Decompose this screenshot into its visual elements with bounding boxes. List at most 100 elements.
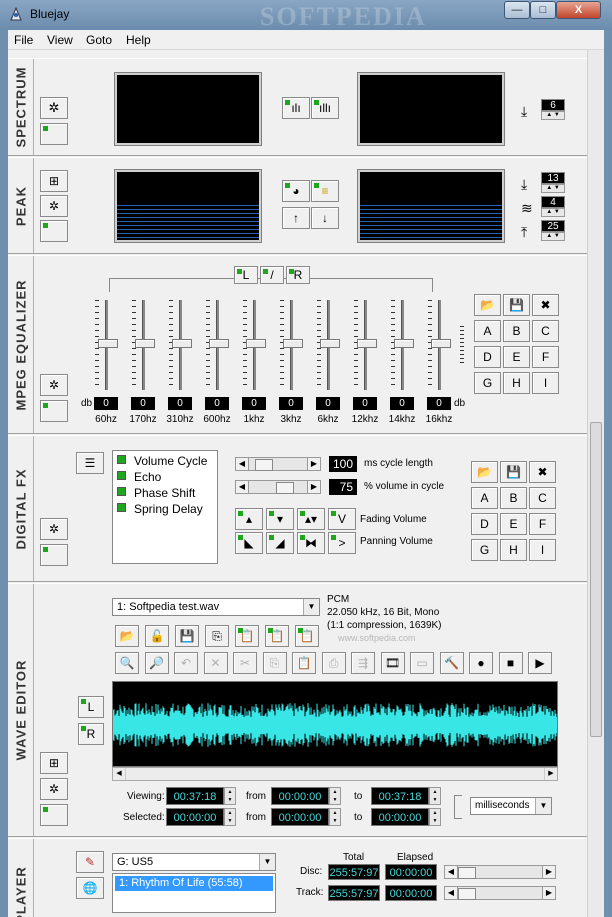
slider-right-arrow-icon[interactable]: ▶ — [307, 480, 321, 494]
slider-knob[interactable] — [209, 339, 229, 348]
spinner-arrows-icon[interactable]: ▲ ▼ — [224, 787, 236, 805]
slider-thumb[interactable] — [255, 459, 273, 471]
minimize-button[interactable]: — — [504, 1, 530, 19]
stop-button[interactable]: ■ — [498, 652, 523, 674]
menu-file[interactable]: File — [14, 33, 33, 47]
paste-1-button[interactable]: 📋 — [235, 625, 259, 647]
fx-item-phase-shift[interactable]: Phase Shift — [117, 486, 195, 500]
viewing-from-field[interactable]: 00:00:00 ▲ ▼ — [271, 787, 343, 805]
chevron-down-icon[interactable]: ▼ — [303, 599, 319, 615]
disc-position-slider[interactable]: ◀ ▶ — [444, 865, 556, 879]
preset-button-e[interactable]: E — [500, 513, 527, 535]
slider-knob[interactable] — [246, 339, 266, 348]
eq-band-slider[interactable] — [95, 300, 118, 390]
scroll-right-icon[interactable]: ▶ — [544, 768, 557, 780]
equalizer-settings-button[interactable]: ✲ — [40, 374, 68, 396]
paste-new-button[interactable]: ⎙ — [321, 652, 346, 674]
preset-button-h[interactable]: H — [500, 539, 527, 561]
fade-v-button[interactable]: V — [328, 508, 356, 530]
fx-item-volume-cycle[interactable]: Volume Cycle — [117, 454, 207, 468]
film-button[interactable]: 🎞 — [380, 652, 405, 674]
zoom-out-button[interactable]: 🔎 — [144, 652, 169, 674]
lock-button[interactable]: 🔓 — [145, 625, 169, 647]
time-unit-select[interactable]: milliseconds ▼ — [470, 797, 552, 815]
preset-button-i[interactable]: I — [529, 539, 556, 561]
copy-button[interactable]: ⎘ — [262, 652, 287, 674]
wave-file-select[interactable]: 1: Softpedia test.wav ▼ — [112, 598, 320, 616]
paste-3-button[interactable]: 📋 — [295, 625, 319, 647]
eq-open-button[interactable]: 📂 — [474, 294, 501, 316]
volume-cycle-slider[interactable]: ◀ ▶ — [235, 480, 321, 494]
preset-button-c[interactable]: C — [532, 320, 559, 342]
spinner-arrows-icon[interactable]: ▲ ▼ — [224, 808, 236, 826]
copy-file-button[interactable]: ⎘ — [205, 625, 229, 647]
eq-delete-button[interactable]: ✖ — [532, 294, 559, 316]
player-edit-button[interactable]: ✎ — [76, 851, 104, 873]
peak-rise-spinner[interactable]: 25 ▲ ▼ — [541, 220, 565, 242]
spinner-arrows-icon[interactable]: ▲ ▼ — [541, 111, 565, 120]
wave-enable-button[interactable] — [40, 804, 68, 826]
paste-button[interactable]: 📋 — [292, 652, 316, 674]
peak-settings-button[interactable]: ✲ — [40, 195, 68, 217]
record-button[interactable]: ● — [469, 652, 493, 674]
tool-button[interactable]: 🔨 — [439, 652, 464, 674]
selected-to-field[interactable]: 00:00:00 ▲ ▼ — [371, 808, 443, 826]
wave-right-channel-button[interactable]: R — [78, 723, 104, 745]
spectrum-peaks-button[interactable]: ıllı — [311, 97, 339, 119]
preset-button-a[interactable]: A — [474, 320, 501, 342]
slider-right-arrow-icon[interactable]: ▶ — [542, 886, 556, 900]
preset-button-b[interactable]: B — [503, 320, 530, 342]
fade-in-button[interactable]: ▴ — [235, 508, 263, 530]
play-button[interactable]: ▶ — [528, 652, 552, 674]
slider-knob[interactable] — [431, 339, 451, 348]
preset-button-d[interactable]: D — [471, 513, 498, 535]
slider-left-arrow-icon[interactable]: ◀ — [444, 865, 458, 879]
wave-add-button[interactable]: ⊞ — [40, 752, 68, 774]
pan-right-button[interactable]: ◢ — [266, 532, 294, 554]
cut-button[interactable]: ✂ — [233, 652, 257, 674]
peak-enable-button[interactable] — [40, 220, 68, 242]
spectrum-decay-spinner[interactable]: 6 ▲ ▼ — [541, 99, 565, 121]
spinner-arrows-icon[interactable]: ▲ ▼ — [329, 787, 341, 805]
fx-save-button[interactable]: 💾 — [500, 461, 527, 483]
eq-right-channel-button[interactable]: R — [286, 266, 310, 284]
delete-button[interactable]: ✕ — [203, 652, 228, 674]
preset-button-f[interactable]: F — [529, 513, 556, 535]
eq-band-slider[interactable] — [243, 300, 266, 390]
peak-hold-spinner[interactable]: 4 ▲ ▼ — [541, 196, 565, 218]
eq-band-slider[interactable] — [206, 300, 229, 390]
preset-button-c[interactable]: C — [529, 487, 556, 509]
fx-item-spring-delay[interactable]: Spring Delay — [117, 502, 203, 516]
eq-band-slider[interactable] — [428, 300, 451, 390]
wave-left-channel-button[interactable]: L — [78, 696, 104, 718]
fade-out-button[interactable]: ▾ — [266, 508, 294, 530]
selected-length-field[interactable]: 00:00:00 ▲ ▼ — [166, 808, 238, 826]
preset-button-g[interactable]: G — [471, 539, 498, 561]
slider-knob[interactable] — [394, 339, 414, 348]
pan-bounce-button[interactable]: > — [328, 532, 356, 554]
fx-open-button[interactable]: 📂 — [471, 461, 498, 483]
fade-inout-button[interactable]: ▴▾ — [297, 508, 325, 530]
preset-button-h[interactable]: H — [503, 372, 530, 394]
eq-band-slider[interactable] — [317, 300, 340, 390]
viewing-to-field[interactable]: 00:37:18 ▲ ▼ — [371, 787, 443, 805]
peak-fall-spinner[interactable]: 13 ▲ ▼ — [541, 172, 565, 194]
paste-2-button[interactable]: 📋 — [265, 625, 289, 647]
spectrum-settings-button[interactable]: ✲ — [40, 97, 68, 119]
peak-style-button[interactable]: ≡ — [311, 180, 339, 202]
spinner-arrows-icon[interactable]: ▲ ▼ — [429, 787, 441, 805]
preset-button-e[interactable]: E — [503, 346, 530, 368]
eq-save-button[interactable]: 💾 — [503, 294, 530, 316]
preset-button-d[interactable]: D — [474, 346, 501, 368]
slider-left-arrow-icon[interactable]: ◀ — [444, 886, 458, 900]
spinner-arrows-icon[interactable]: ▲ ▼ — [541, 184, 565, 193]
close-button[interactable]: X — [556, 1, 601, 19]
spinner-arrows-icon[interactable]: ▲ ▼ — [429, 808, 441, 826]
eq-band-slider[interactable] — [354, 300, 377, 390]
slider-thumb[interactable] — [276, 482, 294, 494]
save-button[interactable]: 💾 — [175, 625, 199, 647]
open-button[interactable]: 📂 — [115, 625, 139, 647]
slider-knob[interactable] — [135, 339, 155, 348]
zoom-in-button[interactable]: 🔍 — [115, 652, 139, 674]
fx-settings-button[interactable]: ✲ — [40, 518, 68, 540]
